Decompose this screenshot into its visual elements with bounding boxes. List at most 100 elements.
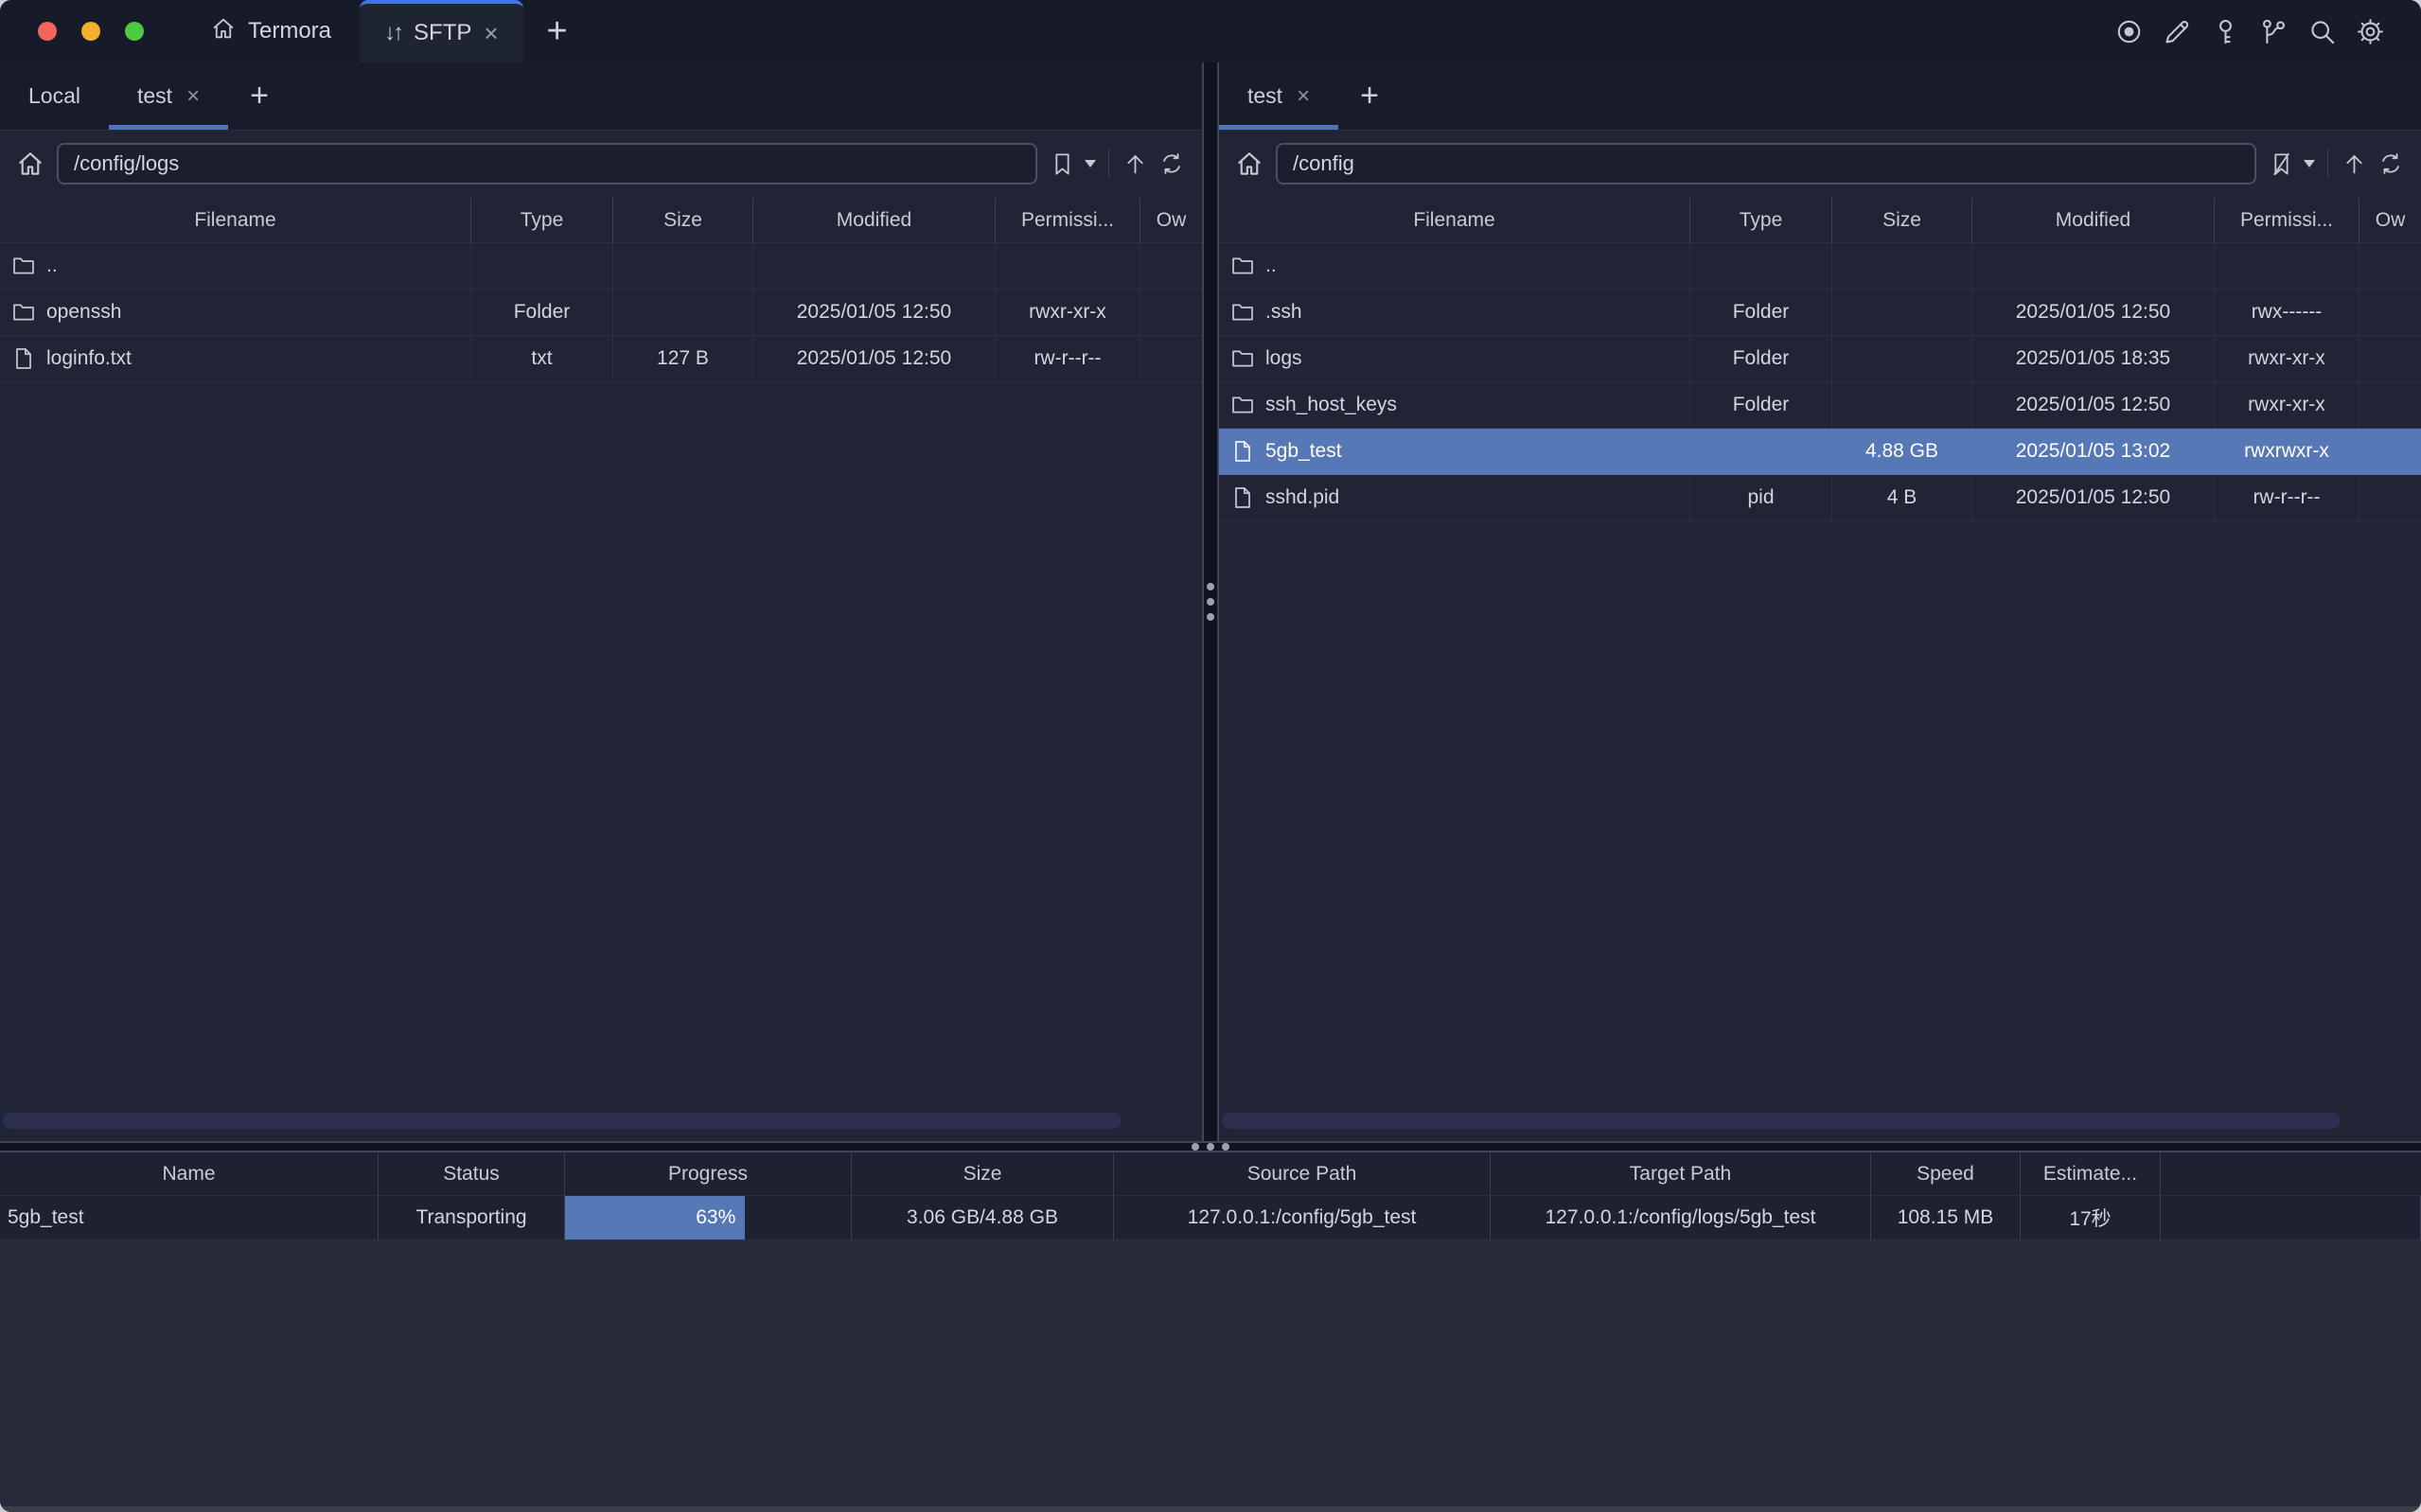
tab-termora[interactable]: Termora bbox=[182, 0, 360, 62]
right-file-table-header: Filename Type Size Modified Permissi... … bbox=[1219, 198, 2421, 243]
transfer-row[interactable]: 5gb_test Transporting 63% 3.06 GB/4.88 G… bbox=[0, 1196, 2421, 1240]
tab-close-icon[interactable]: × bbox=[186, 85, 200, 108]
file-size bbox=[1832, 243, 1972, 290]
horizontal-scrollbar[interactable] bbox=[3, 1113, 1122, 1129]
left-pathbar bbox=[0, 131, 1202, 197]
column-header-size[interactable]: Size bbox=[613, 198, 753, 242]
key-icon[interactable] bbox=[2211, 17, 2240, 46]
column-header-type[interactable]: Type bbox=[1690, 198, 1832, 242]
up-directory-icon[interactable] bbox=[1122, 150, 1149, 178]
file-row[interactable]: ssh_host_keys Folder 2025/01/05 12:50 rw… bbox=[1219, 382, 2421, 429]
right-new-tab-button[interactable]: + bbox=[1338, 62, 1401, 130]
tab-close-icon[interactable]: × bbox=[1297, 85, 1310, 108]
column-header-filename[interactable]: Filename bbox=[0, 198, 471, 242]
file-permissions: rw-r--r-- bbox=[2215, 475, 2359, 521]
file-owner bbox=[2359, 475, 2421, 521]
tab-termora-label: Termora bbox=[248, 18, 331, 44]
column-header-filename[interactable]: Filename bbox=[1219, 198, 1690, 242]
left-new-tab-button[interactable]: + bbox=[228, 62, 291, 130]
left-tab-test[interactable]: test × bbox=[109, 62, 228, 130]
sftp-dual-pane: Local test × + bbox=[0, 62, 2421, 1141]
column-header-speed[interactable]: Speed bbox=[1871, 1152, 2021, 1195]
column-header-size[interactable]: Size bbox=[852, 1152, 1114, 1195]
column-header-target-path[interactable]: Target Path bbox=[1491, 1152, 1871, 1195]
tab-close-icon[interactable]: × bbox=[484, 21, 498, 45]
chevron-down-icon[interactable] bbox=[1085, 160, 1096, 167]
traffic-lights bbox=[0, 0, 182, 62]
file-row[interactable]: .. bbox=[0, 243, 1202, 290]
file-modified bbox=[753, 243, 996, 290]
file-size: 4.88 GB bbox=[1832, 429, 1972, 475]
file-row[interactable]: openssh Folder 2025/01/05 12:50 rwxr-xr-… bbox=[0, 290, 1202, 336]
file-type-icon bbox=[1230, 485, 1255, 510]
column-header-status[interactable]: Status bbox=[379, 1152, 565, 1195]
file-name: openssh bbox=[46, 301, 121, 324]
column-header-name[interactable]: Name bbox=[0, 1152, 379, 1195]
file-permissions bbox=[996, 243, 1140, 290]
file-modified: 2025/01/05 12:50 bbox=[753, 336, 996, 382]
column-header-progress[interactable]: Progress bbox=[565, 1152, 852, 1195]
transfer-panel-splitter-handle[interactable] bbox=[0, 1141, 2421, 1152]
right-tab-test-label: test bbox=[1247, 83, 1282, 109]
file-size: 4 B bbox=[1832, 475, 1972, 521]
minimize-window-button[interactable] bbox=[81, 22, 100, 41]
file-row[interactable]: loginfo.txt txt 127 B 2025/01/05 12:50 r… bbox=[0, 336, 1202, 382]
branch-icon[interactable] bbox=[2259, 17, 2288, 46]
close-window-button[interactable] bbox=[38, 22, 57, 41]
left-pane: Local test × + bbox=[0, 62, 1202, 1141]
transfer-status: Transporting bbox=[379, 1196, 565, 1240]
search-icon[interactable] bbox=[2307, 17, 2337, 46]
right-path-input[interactable] bbox=[1276, 143, 2256, 185]
file-permissions: rw-r--r-- bbox=[996, 336, 1140, 382]
column-header-permissions[interactable]: Permissi... bbox=[2215, 198, 2359, 242]
column-header-source-path[interactable]: Source Path bbox=[1114, 1152, 1491, 1195]
file-row[interactable]: .. bbox=[1219, 243, 2421, 290]
file-size bbox=[613, 290, 753, 336]
column-header-modified[interactable]: Modified bbox=[753, 198, 996, 242]
up-directory-icon[interactable] bbox=[2341, 150, 2368, 178]
refresh-icon[interactable] bbox=[1157, 150, 1185, 178]
column-header-owner[interactable]: Ow bbox=[2359, 198, 2421, 242]
column-header-size[interactable]: Size bbox=[1832, 198, 1972, 242]
file-modified: 2025/01/05 12:50 bbox=[1972, 475, 2215, 521]
file-row[interactable]: logs Folder 2025/01/05 18:35 rwxr-xr-x bbox=[1219, 336, 2421, 382]
file-row[interactable]: .ssh Folder 2025/01/05 12:50 rwx------ bbox=[1219, 290, 2421, 336]
left-path-input[interactable] bbox=[57, 143, 1037, 185]
file-row[interactable]: 5gb_test 4.88 GB 2025/01/05 13:02 rwxrwx… bbox=[1219, 429, 2421, 475]
file-owner bbox=[2359, 382, 2421, 429]
column-header-modified[interactable]: Modified bbox=[1972, 198, 2215, 242]
edit-icon[interactable] bbox=[2163, 17, 2192, 46]
file-type: Folder bbox=[471, 290, 613, 336]
file-row[interactable]: sshd.pid pid 4 B 2025/01/05 12:50 rw-r--… bbox=[1219, 475, 2421, 521]
file-owner bbox=[2359, 429, 2421, 475]
zoom-window-button[interactable] bbox=[125, 22, 144, 41]
bookmark-icon[interactable] bbox=[1049, 150, 1076, 178]
home-icon[interactable] bbox=[1234, 149, 1264, 179]
bookmark-slash-icon[interactable] bbox=[2268, 150, 2295, 178]
titlebar: Termora ↓↑ SFTP × + bbox=[0, 0, 2421, 62]
column-header-owner[interactable]: Ow bbox=[1140, 198, 1202, 242]
file-permissions: rwxr-xr-x bbox=[996, 290, 1140, 336]
right-tab-test[interactable]: test × bbox=[1219, 62, 1338, 130]
file-type bbox=[471, 243, 613, 290]
tab-sftp[interactable]: ↓↑ SFTP × bbox=[360, 0, 523, 62]
horizontal-scrollbar[interactable] bbox=[1222, 1113, 2341, 1129]
column-header-type[interactable]: Type bbox=[471, 198, 613, 242]
left-tab-local[interactable]: Local bbox=[0, 62, 109, 130]
new-tab-button[interactable]: + bbox=[523, 0, 592, 62]
transfer-table-header: Name Status Progress Size Source Path Ta… bbox=[0, 1152, 2421, 1196]
file-owner bbox=[2359, 336, 2421, 382]
file-type: Folder bbox=[1690, 336, 1832, 382]
column-header-permissions[interactable]: Permissi... bbox=[996, 198, 1140, 242]
settings-gear-icon[interactable] bbox=[2356, 17, 2385, 46]
column-header-estimate[interactable]: Estimate... bbox=[2021, 1152, 2161, 1195]
pane-splitter-handle[interactable] bbox=[1202, 62, 1219, 1141]
refresh-icon[interactable] bbox=[2377, 150, 2404, 178]
file-owner bbox=[2359, 243, 2421, 290]
record-icon[interactable] bbox=[2114, 17, 2144, 46]
transfer-source-path: 127.0.0.1:/config/5gb_test bbox=[1114, 1196, 1491, 1240]
chevron-down-icon[interactable] bbox=[2304, 160, 2315, 167]
home-icon[interactable] bbox=[15, 149, 45, 179]
file-type: Folder bbox=[1690, 382, 1832, 429]
file-owner bbox=[2359, 290, 2421, 336]
